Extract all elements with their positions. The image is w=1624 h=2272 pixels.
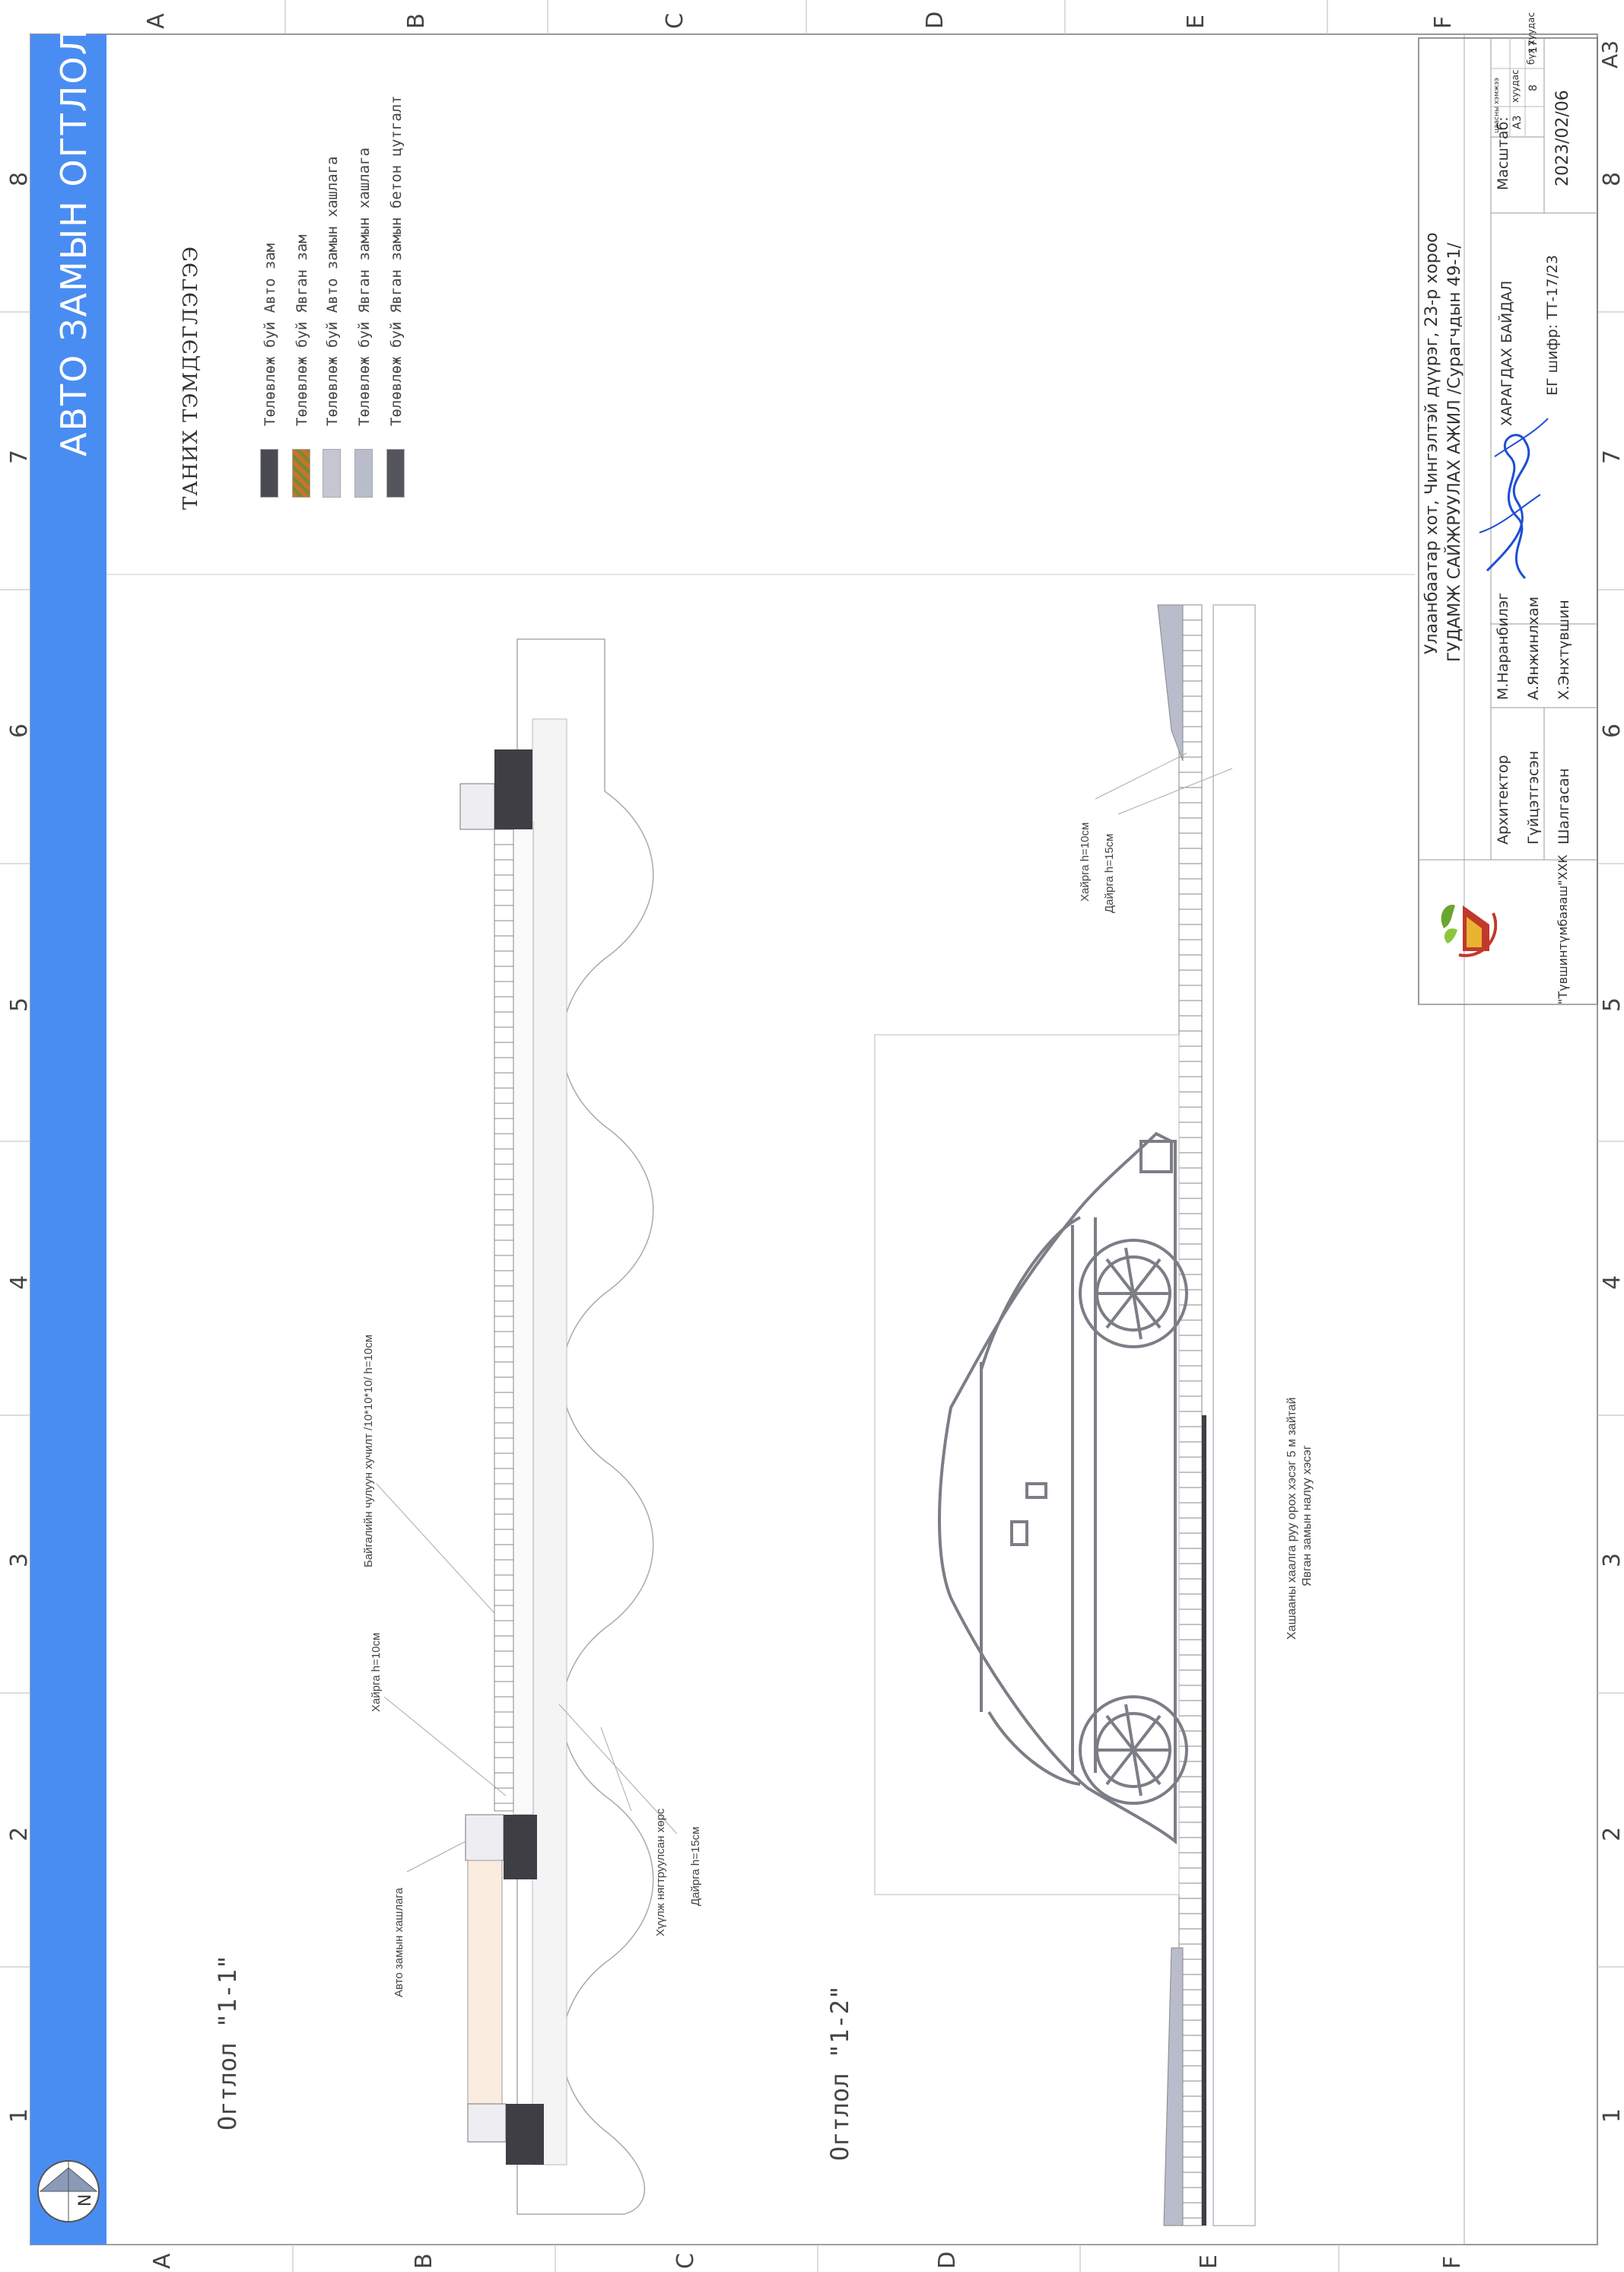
tb-role-architect: Архитектор (1495, 755, 1511, 845)
tb-drawing-name: ХАРАГДАХ БАЙДАЛ (1498, 280, 1515, 426)
tb-corner-size: A3 (1597, 40, 1622, 68)
tb-project: ГУДАМЖ САЙЖРУУЛАХ АЖИЛ /Сурагчдын 49-1/ (1445, 243, 1464, 662)
tb-sheet-size: A3 (1511, 115, 1524, 129)
tb-name-checked: Х.Энхтүвшин (1556, 600, 1572, 700)
tb-name-executed: А.Янжинлхам (1525, 597, 1542, 700)
tb-role-checked: Шалгасан (1556, 768, 1572, 845)
drawing-sheet: АВТО ЗАМЫН ОГТЛОЛ N 1 2 3 4 5 6 7 8 1 2 … (0, 0, 1624, 2272)
tb-location: Улаанбаатар хот, Чингэлтэй дүүрэг, 23-р … (1422, 232, 1441, 654)
tb-name-architect: М.Наранбилэг (1495, 592, 1511, 700)
tb-sheet-no: 8 (1527, 84, 1540, 91)
tb-code: ЕГ шифр: ТТ-17/23 (1544, 255, 1561, 396)
company-logo-icon (1441, 905, 1497, 957)
tb-date: 2023/02/06 (1553, 90, 1572, 186)
tb-sheet-total: 17 (1527, 40, 1540, 53)
signature-icon (1479, 418, 1549, 580)
tb-company: "Түвшинтүмбаяаш"ХХК (1556, 854, 1570, 1004)
tb-role-executed: Гүйцэтгэсэн (1525, 750, 1542, 845)
tb-sheet-size-label: цаасны хэмжээ (1493, 78, 1501, 133)
tb-total-label: бүх хуудас (1526, 12, 1537, 65)
title-block-frame (1418, 37, 1598, 1005)
tb-sheet-label: хуудас (1510, 69, 1521, 103)
